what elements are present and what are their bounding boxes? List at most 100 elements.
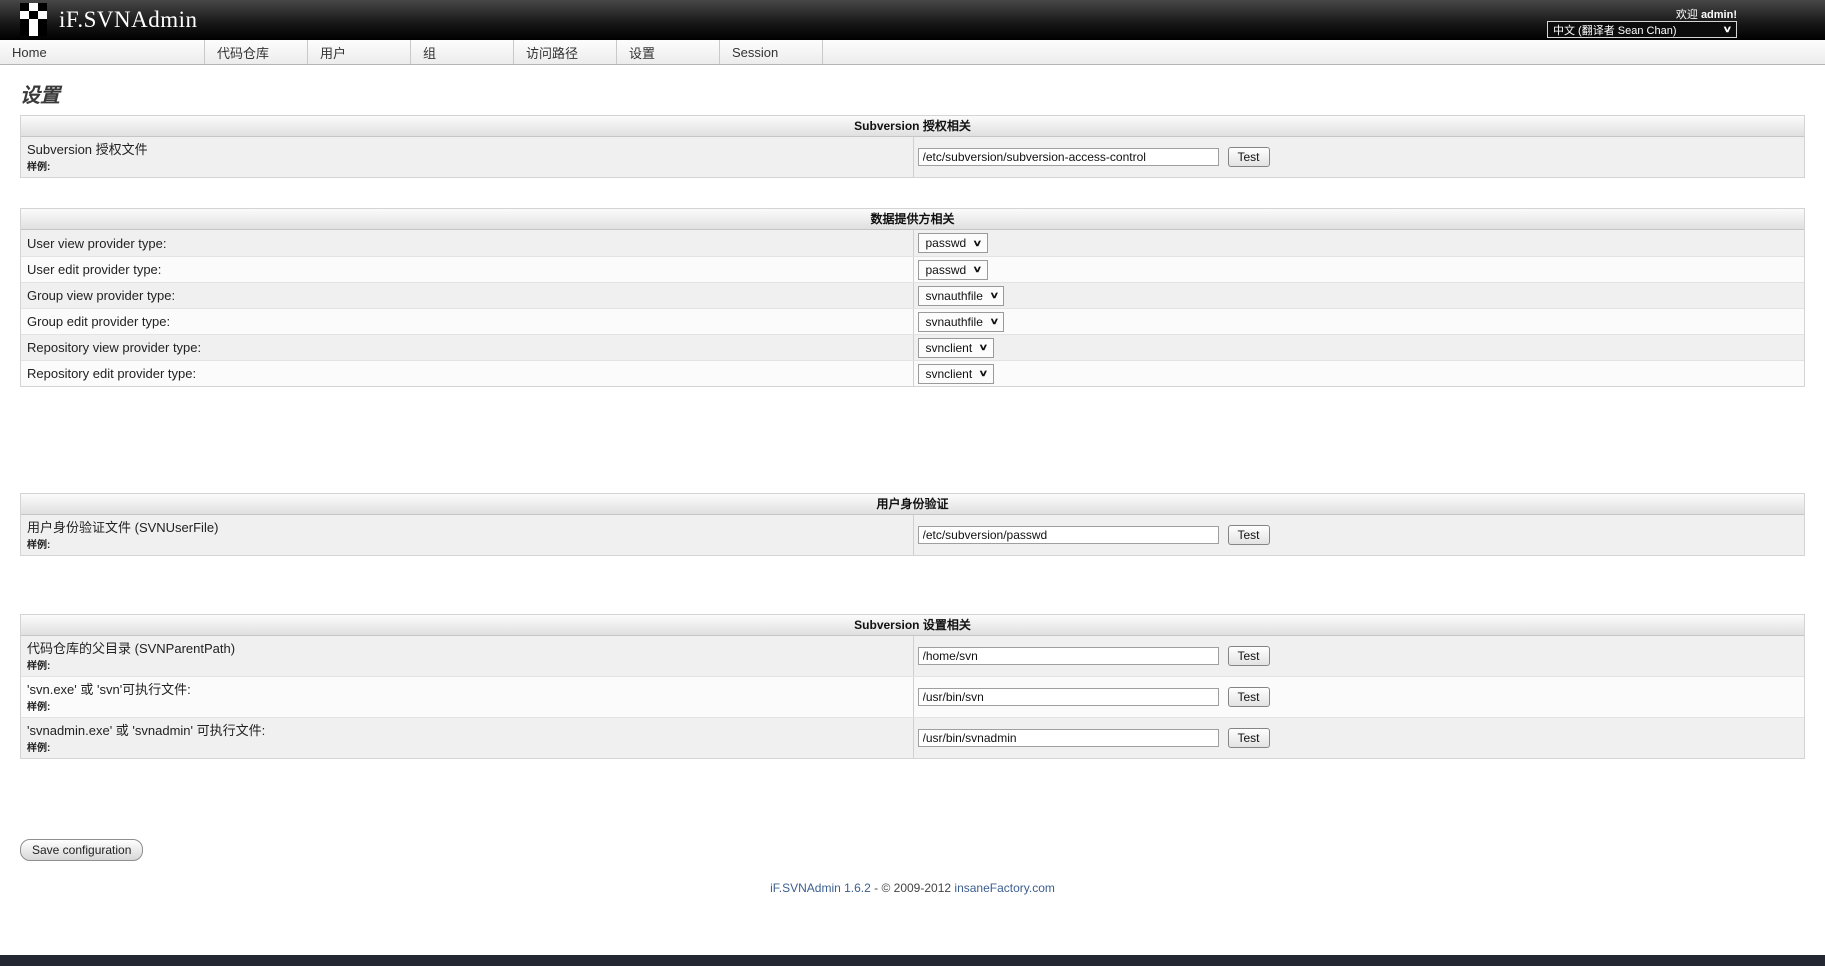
app-logo-icon xyxy=(20,3,47,36)
settings-row: Group view provider type: svnauthfile ∨ xyxy=(21,282,1804,308)
provider-select[interactable]: svnclient ∨ xyxy=(918,364,994,384)
chevron-down-icon: ∨ xyxy=(979,369,989,378)
row-label: 用户身份验证文件 (SVNUserFile) xyxy=(27,519,913,536)
nav-tab-3[interactable]: 用户 xyxy=(308,40,411,64)
language-select-value: 中文 (翻译者 Sean Chan) xyxy=(1553,22,1676,38)
row-label-cell: 'svnadmin.exe' 或 'svnadmin' 可执行文件: 样例: xyxy=(21,718,913,758)
row-label-cell: Group view provider type: xyxy=(21,283,913,308)
row-label-cell: User view provider type: xyxy=(21,230,913,256)
provider-select[interactable]: svnauthfile ∨ xyxy=(918,312,1005,332)
settings-row: Group edit provider type: svnauthfile ∨ xyxy=(21,308,1804,334)
row-value-cell: Test xyxy=(913,677,1805,717)
settings-section: 数据提供方相关 User view provider type: passwd … xyxy=(20,208,1805,387)
main-content: 设置 Subversion 授权相关 Subversion 授权文件 样例: T… xyxy=(0,79,1825,895)
footer-copyright: - © 2009-2012 xyxy=(874,881,951,895)
provider-select-value: passwd xyxy=(926,236,967,250)
save-configuration-button[interactable]: Save configuration xyxy=(20,839,143,861)
row-value-cell: passwd ∨ xyxy=(913,257,1805,282)
row-label-cell: 用户身份验证文件 (SVNUserFile) 样例: xyxy=(21,515,913,555)
brand[interactable]: iF.SVNAdmin xyxy=(20,3,198,36)
row-value-cell: passwd ∨ xyxy=(913,230,1805,256)
app-root: iF.SVNAdmin 欢迎 admin! 中文 (翻译者 Sean Chan)… xyxy=(0,0,1825,895)
nav-tab-label: 组 xyxy=(423,43,436,62)
settings-row: 'svnadmin.exe' 或 'svnadmin' 可执行文件: 样例: T… xyxy=(21,717,1804,758)
chevron-down-icon: ∨ xyxy=(989,291,999,300)
path-input[interactable] xyxy=(918,526,1219,544)
path-input[interactable] xyxy=(918,647,1219,665)
nav-tab-5[interactable]: 访问路径 xyxy=(514,40,617,64)
row-label: 代码仓库的父目录 (SVNParentPath) xyxy=(27,640,913,657)
row-label: Repository edit provider type: xyxy=(27,365,913,382)
row-input-group: Test xyxy=(918,525,1270,545)
row-input-group: Test xyxy=(918,646,1270,666)
test-button[interactable]: Test xyxy=(1228,525,1270,545)
settings-row: Repository edit provider type: svnclient… xyxy=(21,360,1804,386)
section-header: Subversion 授权相关 xyxy=(21,116,1804,137)
row-input-group: Test xyxy=(918,728,1270,748)
nav-tab-label: 访问路径 xyxy=(526,43,578,62)
row-example-label: 样例: xyxy=(27,660,913,673)
test-button[interactable]: Test xyxy=(1228,147,1270,167)
footer-version-link[interactable]: iF.SVNAdmin 1.6.2 xyxy=(770,881,871,895)
chevron-down-icon: ∨ xyxy=(973,265,983,274)
row-example-label: 样例: xyxy=(27,742,913,755)
section-header: 用户身份验证 xyxy=(21,494,1804,515)
path-input[interactable] xyxy=(918,148,1219,166)
provider-select-value: svnclient xyxy=(926,341,973,355)
section-header: 数据提供方相关 xyxy=(21,209,1804,230)
app-header: iF.SVNAdmin 欢迎 admin! 中文 (翻译者 Sean Chan)… xyxy=(0,0,1825,40)
row-value-cell: svnclient ∨ xyxy=(913,361,1805,386)
footer-site-link[interactable]: insaneFactory.com xyxy=(954,881,1054,895)
settings-row: Subversion 授权文件 样例: Test xyxy=(21,137,1804,177)
provider-select[interactable]: passwd ∨ xyxy=(918,233,988,253)
nav-tab-1[interactable]: Home xyxy=(0,40,205,64)
settings-row: Repository view provider type: svnclient… xyxy=(21,334,1804,360)
page-title: 设置 xyxy=(20,79,1805,108)
row-label-cell: 代码仓库的父目录 (SVNParentPath) 样例: xyxy=(21,636,913,676)
provider-select[interactable]: svnclient ∨ xyxy=(918,338,994,358)
provider-select[interactable]: svnauthfile ∨ xyxy=(918,286,1005,306)
row-label: Subversion 授权文件 xyxy=(27,141,913,158)
nav-tab-2[interactable]: 代码仓库 xyxy=(205,40,308,64)
bottom-bar xyxy=(0,955,1825,966)
nav-tab-6[interactable]: 设置 xyxy=(617,40,720,64)
test-button[interactable]: Test xyxy=(1228,687,1270,707)
welcome-username: admin! xyxy=(1701,9,1737,21)
sections-container: Subversion 授权相关 Subversion 授权文件 样例: Test… xyxy=(20,115,1805,759)
row-label: User edit provider type: xyxy=(27,261,913,278)
language-select[interactable]: 中文 (翻译者 Sean Chan) ∨ xyxy=(1547,21,1737,38)
nav-tab-7[interactable]: Session xyxy=(720,40,823,64)
settings-row: User view provider type: passwd ∨ xyxy=(21,230,1804,256)
row-label-cell: Subversion 授权文件 样例: xyxy=(21,137,913,177)
row-label: Repository view provider type: xyxy=(27,339,913,356)
row-value-cell: svnclient ∨ xyxy=(913,335,1805,360)
provider-select-value: svnauthfile xyxy=(926,315,983,329)
test-button[interactable]: Test xyxy=(1228,646,1270,666)
row-label: Group view provider type: xyxy=(27,287,913,304)
settings-row: User edit provider type: passwd ∨ xyxy=(21,256,1804,282)
row-input-group: Test xyxy=(918,147,1270,167)
section-header: Subversion 设置相关 xyxy=(21,615,1804,636)
row-label: 'svn.exe' 或 'svn'可执行文件: xyxy=(27,681,913,698)
row-example-label: 样例: xyxy=(27,701,913,714)
nav-tab-label: Session xyxy=(732,45,778,60)
footer: iF.SVNAdmin 1.6.2 - © 2009-2012 insaneFa… xyxy=(20,881,1805,895)
provider-select[interactable]: passwd ∨ xyxy=(918,260,988,280)
section-rows: User view provider type: passwd ∨ User e… xyxy=(21,230,1804,386)
settings-row: 用户身份验证文件 (SVNUserFile) 样例: Test xyxy=(21,515,1804,555)
settings-section: Subversion 设置相关 代码仓库的父目录 (SVNParentPath)… xyxy=(20,614,1805,759)
row-label-cell: Group edit provider type: xyxy=(21,309,913,334)
row-label-cell: Repository view provider type: xyxy=(21,335,913,360)
chevron-down-icon: ∨ xyxy=(979,343,989,352)
row-input-group: Test xyxy=(918,687,1270,707)
nav-tab-label: 代码仓库 xyxy=(217,43,269,62)
row-label-cell: 'svn.exe' 或 'svn'可执行文件: 样例: xyxy=(21,677,913,717)
section-rows: 代码仓库的父目录 (SVNParentPath) 样例: Test 'svn.e… xyxy=(21,636,1804,758)
row-value-cell: Test xyxy=(913,718,1805,758)
path-input[interactable] xyxy=(918,729,1219,747)
row-label-cell: Repository edit provider type: xyxy=(21,361,913,386)
nav-tab-label: 设置 xyxy=(629,43,655,62)
path-input[interactable] xyxy=(918,688,1219,706)
nav-tab-4[interactable]: 组 xyxy=(411,40,514,64)
test-button[interactable]: Test xyxy=(1228,728,1270,748)
